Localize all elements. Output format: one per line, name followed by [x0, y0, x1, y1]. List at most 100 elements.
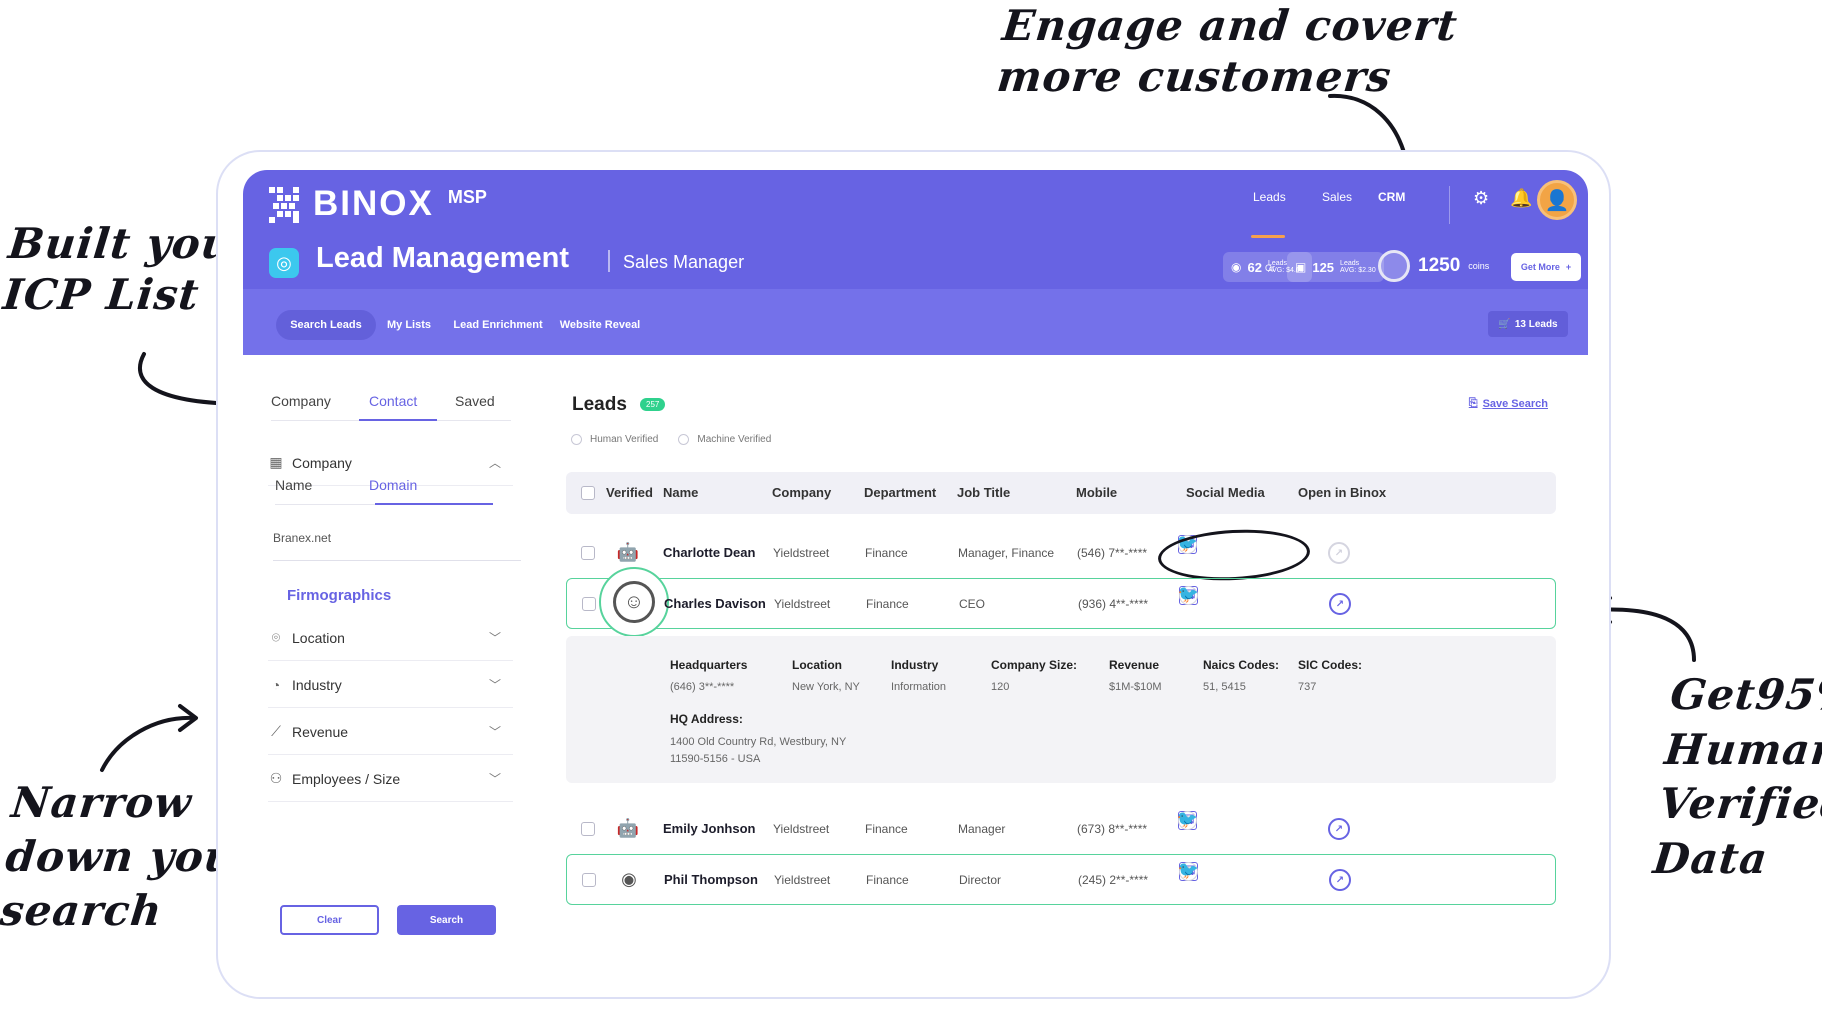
- filter-location[interactable]: ⌾ Location ﹀: [268, 615, 513, 661]
- topnav-active-indicator: [1251, 235, 1285, 238]
- people-icon: ⚇: [269, 770, 283, 786]
- sidebar-tab-company[interactable]: Company: [271, 393, 331, 409]
- chevron-down-icon: ﹀: [488, 725, 501, 739]
- table-row[interactable]: 🤖 Emily Jonhson Yieldstreet Finance Mana…: [566, 804, 1556, 854]
- topnav-crm[interactable]: CRM: [1378, 190, 1405, 204]
- get-more-button[interactable]: Get More +: [1511, 253, 1581, 281]
- lead-name[interactable]: Emily Jonhson: [663, 821, 755, 836]
- person-icon: ☺: [613, 581, 655, 623]
- leads-table-body: ☺ Charles Davison Yieldstreet Finance CE…: [540, 372, 1590, 962]
- tab-search-leads[interactable]: Search Leads: [276, 310, 376, 340]
- clear-button[interactable]: Clear: [280, 905, 379, 935]
- filter-sidebar: Company Contact Saved ▦ Company ︿ Name D…: [243, 355, 533, 965]
- gear-icon[interactable]: ⚙: [1473, 188, 1489, 209]
- sidebar-tab-contact[interactable]: Contact: [369, 393, 417, 409]
- binox-logo-icon: [269, 187, 299, 223]
- lead-company: Yieldstreet: [774, 873, 831, 887]
- lead-department: Finance: [866, 873, 909, 887]
- plus-icon: +: [1565, 262, 1572, 272]
- chevron-down-icon: ﹀: [488, 678, 501, 692]
- arrow-to-filters: [100, 704, 198, 772]
- twitter-icon[interactable]: 🐦: [1177, 810, 1198, 830]
- chevron-down-icon: ﹀: [488, 772, 501, 786]
- detail-location-label: Location: [792, 658, 842, 672]
- cart-button[interactable]: 🛒 13 Leads: [1488, 311, 1568, 337]
- nav-divider: [1449, 186, 1450, 224]
- brand-suffix: MSP: [447, 186, 487, 207]
- inner-tab-domain[interactable]: Domain: [369, 477, 417, 493]
- page-title: Lead Management: [316, 242, 569, 274]
- coin-balance: 1250 coins: [1378, 250, 1489, 282]
- pie-chart-icon: ◔: [271, 676, 281, 693]
- tab-lead-enrichment[interactable]: Lead Enrichment: [448, 310, 548, 340]
- credit-pill-125[interactable]: ▣ 125 Leads AVG: $2.30: [1287, 252, 1384, 282]
- table-row[interactable]: ◉ Phil Thompson Yieldstreet Finance Dire…: [566, 854, 1556, 905]
- chevron-down-icon: ﹀: [488, 631, 501, 645]
- detail-size-value: 120: [991, 681, 1010, 693]
- lead-mobile: (673) 8**-****: [1077, 822, 1148, 836]
- topnav-leads[interactable]: Leads: [1253, 190, 1286, 204]
- detail-sic-value: 737: [1298, 681, 1317, 693]
- detail-industry-value: Information: [891, 681, 947, 693]
- firmographics-heading: Firmographics: [287, 587, 392, 604]
- tab-website-reveal[interactable]: Website Reveal: [555, 310, 645, 340]
- lead-company: Yieldstreet: [774, 597, 831, 611]
- detail-address-line1: 1400 Old Country Rd, Westbury, NY: [670, 736, 847, 748]
- robot-icon: ▣: [1295, 260, 1307, 274]
- bell-icon[interactable]: 🔔: [1510, 188, 1532, 209]
- detail-hq-value: (646) 3**-****: [670, 681, 735, 693]
- detail-sic-label: SIC Codes:: [1298, 658, 1363, 672]
- detail-revenue-value: $1M-$10M: [1109, 681, 1162, 693]
- sidebar-tab-saved[interactable]: Saved: [455, 393, 495, 409]
- lead-detail-panel: Headquarters (646) 3**-**** Location New…: [566, 636, 1556, 783]
- sidebar-tabs: Company Contact Saved: [271, 393, 511, 421]
- robot-icon: 🤖: [616, 817, 640, 838]
- lead-job-title: Director: [959, 873, 1002, 887]
- topnav-sales[interactable]: Sales: [1322, 190, 1352, 204]
- twitter-icon[interactable]: 🐦: [1178, 861, 1199, 881]
- search-button[interactable]: Search: [397, 905, 496, 935]
- building-icon: ▦: [269, 454, 283, 470]
- lead-job-title: Manager: [958, 822, 1006, 836]
- tab-my-lists[interactable]: My Lists: [381, 310, 437, 340]
- detail-address-label: HQ Address:: [670, 712, 743, 726]
- filter-employees[interactable]: ⚇ Employees / Size ﹀: [268, 756, 513, 802]
- lead-mobile: (245) 2**-****: [1078, 873, 1149, 887]
- open-binox-icon[interactable]: ↗: [1329, 593, 1351, 615]
- person-verified-icon: ◉: [621, 868, 637, 889]
- domain-field[interactable]: Branex.net: [273, 531, 521, 561]
- title-divider: [608, 250, 610, 272]
- detail-naics-label: Naics Codes:: [1203, 658, 1280, 672]
- twitter-icon[interactable]: 🐦: [1178, 585, 1199, 605]
- lead-company: Yieldstreet: [773, 822, 830, 836]
- chevron-up-icon: ︿: [488, 456, 501, 470]
- lead-name[interactable]: Phil Thompson: [664, 872, 758, 887]
- filter-revenue[interactable]: ⟋ Revenue ﹀: [268, 709, 513, 755]
- user-circle-icon: ◉: [1231, 260, 1242, 274]
- coin-icon: [1378, 250, 1410, 282]
- lead-name[interactable]: Charles Davison: [664, 596, 766, 611]
- company-inner-tabs: Name Domain: [275, 477, 493, 505]
- row-checkbox[interactable]: [581, 822, 595, 836]
- brand-logo[interactable]: BINOX MSP: [269, 184, 487, 224]
- detail-revenue-label: Revenue: [1109, 658, 1160, 672]
- subnav-band: [243, 289, 1588, 355]
- lead-department: Finance: [865, 822, 908, 836]
- open-binox-icon[interactable]: ↗: [1329, 869, 1351, 891]
- row-checkbox[interactable]: [582, 597, 596, 611]
- brand-name: BINOX: [313, 184, 434, 223]
- location-pin-icon: ⌾: [271, 629, 281, 645]
- human-verified-badge: ☺: [599, 567, 669, 637]
- avatar[interactable]: 👤: [1537, 180, 1577, 220]
- detail-hq-label: Headquarters: [670, 658, 748, 672]
- lead-mobile: (936) 4**-****: [1078, 597, 1149, 611]
- inner-tab-name[interactable]: Name: [275, 477, 312, 493]
- filter-industry[interactable]: ◔ Industry ﹀: [268, 662, 513, 708]
- table-row[interactable]: ☺ Charles Davison Yieldstreet Finance CE…: [566, 567, 1556, 637]
- cart-icon: 🛒: [1498, 318, 1511, 330]
- open-binox-icon[interactable]: ↗: [1328, 818, 1350, 840]
- line-chart-icon: ⟋: [271, 723, 281, 739]
- sidebar-tab-indicator: [359, 419, 437, 421]
- detail-address-line2: 11590-5156 - USA: [670, 753, 761, 765]
- row-checkbox[interactable]: [582, 873, 596, 887]
